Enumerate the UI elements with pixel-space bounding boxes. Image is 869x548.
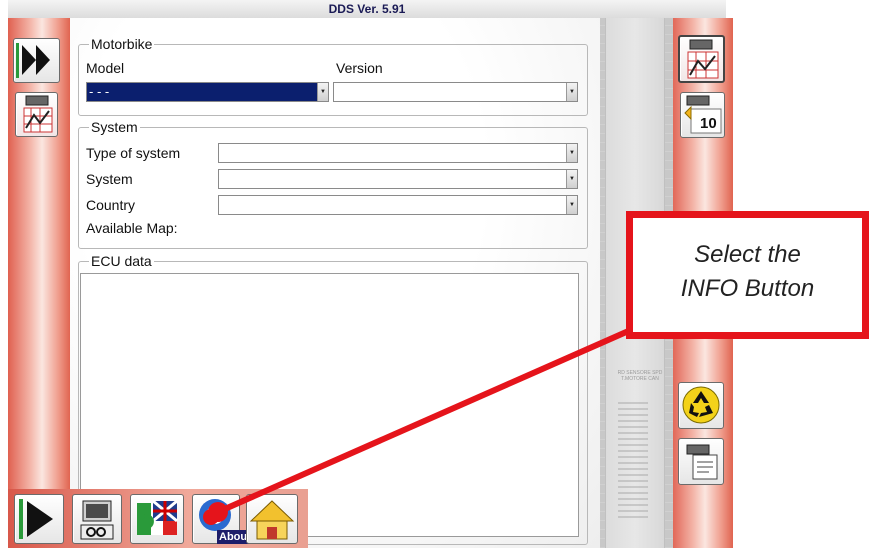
country-label: Country: [86, 197, 136, 213]
fast-forward-icon: [16, 43, 50, 78]
parameters-button[interactable]: 10: [680, 92, 725, 138]
window-title: DDS Ver. 5.91: [328, 2, 406, 16]
chevron-down-icon[interactable]: ▼: [566, 144, 577, 162]
type-of-system-select[interactable]: ▼: [218, 143, 578, 163]
computer-button[interactable]: [72, 494, 122, 544]
report-button[interactable]: [678, 438, 724, 485]
system-select[interactable]: ▼: [218, 169, 578, 189]
ecu-chart-icon: [687, 39, 719, 79]
connector-label: RD SENSORE SPD T.MOTORE CAN: [617, 370, 663, 382]
type-of-system-label: Type of system: [86, 145, 181, 161]
chevron-down-icon[interactable]: ▼: [566, 83, 577, 101]
chevron-down-icon[interactable]: ▼: [317, 83, 328, 101]
title-bar: DDS Ver. 5.91: [8, 0, 726, 19]
model-select-value: - - -: [89, 84, 110, 99]
recycle-icon: [682, 386, 720, 424]
system-label: System: [86, 171, 133, 187]
counter-badge: 10: [700, 115, 717, 132]
computer-icon: [80, 500, 114, 540]
chevron-down-icon[interactable]: ▼: [566, 170, 577, 188]
motorbike-legend: Motorbike: [91, 36, 153, 52]
play-icon: [19, 499, 53, 539]
home-icon: [249, 500, 295, 540]
connector-pins: [618, 398, 648, 518]
ecu-diagnosis-button[interactable]: [15, 92, 58, 137]
play-button[interactable]: [14, 494, 64, 544]
country-select[interactable]: ▼: [218, 195, 578, 215]
ecu-data-legend: ECU data: [91, 253, 152, 269]
document-icon: [686, 444, 718, 480]
forward-button[interactable]: [13, 38, 60, 83]
flags-icon: [137, 499, 178, 535]
home-button[interactable]: [246, 494, 298, 544]
motorbike-group: Motorbike: [78, 36, 588, 116]
callout-line-1: Select the: [694, 241, 801, 268]
about-button[interactable]: About: [192, 494, 253, 544]
ecu-chart-icon: [23, 95, 53, 133]
language-button[interactable]: [130, 494, 184, 544]
version-select[interactable]: ▼: [333, 82, 578, 102]
recycle-button[interactable]: [678, 382, 724, 429]
callout-line-2: INFO Button: [680, 275, 815, 302]
model-select[interactable]: - - - ▼: [86, 82, 329, 102]
chevron-down-icon[interactable]: ▼: [566, 196, 577, 214]
version-label: Version: [336, 60, 383, 76]
available-map-label: Available Map:: [86, 220, 178, 236]
ecu-test-button[interactable]: [678, 35, 725, 83]
model-label: Model: [86, 60, 125, 76]
system-legend: System: [91, 119, 138, 135]
instruction-callout: Select the INFO Button: [626, 211, 869, 339]
